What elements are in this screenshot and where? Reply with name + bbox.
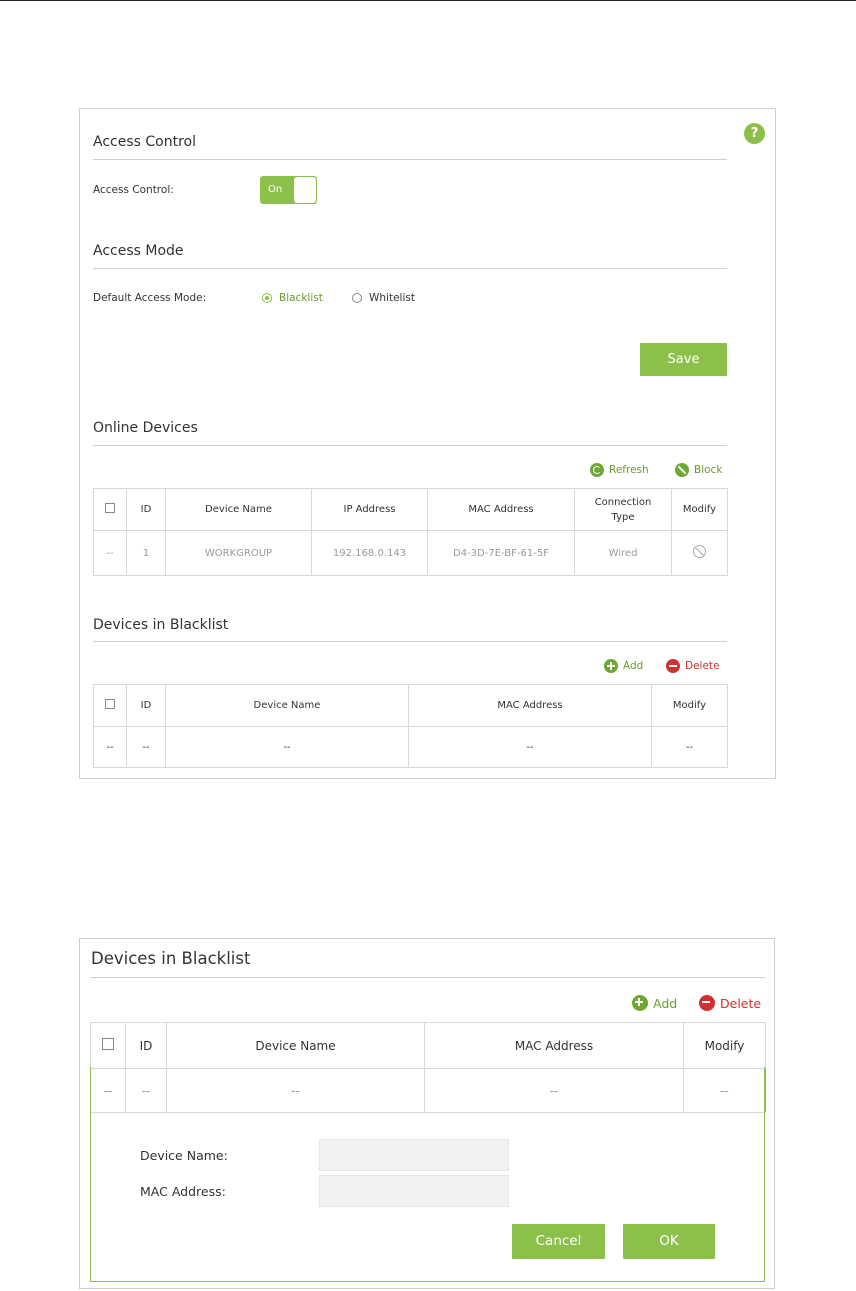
column-header: Modify <box>683 1022 766 1069</box>
toggle-knob <box>294 177 316 203</box>
row-select-cell: -- <box>93 530 127 576</box>
toggle-state-label: On <box>268 184 283 195</box>
top-divider <box>0 0 856 1</box>
device-id-cell: -- <box>126 726 166 768</box>
table-header-row: ID Device Name MAC Address Modify <box>93 684 728 727</box>
radio-blacklist[interactable]: Blacklist <box>262 292 323 304</box>
select-all-checkbox[interactable] <box>105 503 115 513</box>
select-all-checkbox[interactable] <box>105 699 115 709</box>
section-divider <box>93 268 727 269</box>
column-header: Connection Type <box>574 488 672 531</box>
access-control-label: Access Control: <box>93 184 174 196</box>
add-icon <box>632 995 648 1011</box>
section-divider <box>93 445 727 446</box>
select-all-cell <box>93 684 127 727</box>
add-label: Add <box>623 660 644 672</box>
block-label: Block <box>694 464 723 476</box>
section-divider <box>93 159 727 160</box>
select-all-cell <box>90 1022 126 1069</box>
help-icon[interactable]: ? <box>744 123 765 144</box>
column-header: MAC Address <box>427 488 575 531</box>
block-device-icon[interactable] <box>693 545 706 558</box>
table-row: -- 1 WORKGROUP 192.168.0.143 D4-3D-7E-BF… <box>93 530 728 576</box>
column-header: Modify <box>671 488 728 531</box>
mac-address-label: MAC Address: <box>140 1184 226 1199</box>
device-name-cell: -- <box>165 726 409 768</box>
section-divider <box>93 641 727 642</box>
device-id-cell: 1 <box>126 530 166 576</box>
column-header: ID <box>126 488 166 531</box>
access-control-toggle[interactable]: On <box>260 176 317 204</box>
select-all-cell <box>93 488 127 531</box>
section-divider <box>90 977 765 978</box>
delete-label: Delete <box>685 660 720 672</box>
column-header: ID <box>125 1022 167 1069</box>
row-select-cell: -- <box>93 726 127 768</box>
connection-type-cell: Wired <box>574 530 672 576</box>
mac-address-cell: -- <box>408 726 652 768</box>
default-access-mode-label: Default Access Mode: <box>93 292 207 304</box>
block-icon <box>675 463 689 477</box>
column-header: MAC Address <box>424 1022 684 1069</box>
radio-whitelist[interactable]: Whitelist <box>352 292 415 304</box>
column-header: Device Name <box>165 488 312 531</box>
column-header: ID <box>126 684 166 727</box>
add-button[interactable]: Add <box>632 995 677 1011</box>
cancel-button[interactable]: Cancel <box>512 1224 605 1259</box>
select-all-checkbox[interactable] <box>102 1038 114 1050</box>
column-header: Modify <box>651 684 728 727</box>
delete-icon <box>699 995 715 1011</box>
access-mode-title: Access Mode <box>93 243 184 259</box>
add-label: Add <box>653 995 678 1011</box>
column-header: MAC Address <box>408 684 652 727</box>
mac-address-input[interactable] <box>319 1175 509 1207</box>
mac-address-cell: D4-3D-7E-BF-61-5F <box>427 530 575 576</box>
online-devices-table: ID Device Name IP Address MAC Address Co… <box>93 488 728 576</box>
radio-unchecked-icon <box>352 293 362 303</box>
ip-address-cell: 192.168.0.143 <box>311 530 428 576</box>
delete-button[interactable]: Delete <box>699 995 761 1011</box>
save-button[interactable]: Save <box>640 343 727 376</box>
refresh-button[interactable]: Refresh <box>590 463 649 477</box>
block-button[interactable]: Block <box>675 463 722 477</box>
column-header: IP Address <box>311 488 428 531</box>
delete-icon <box>666 659 680 673</box>
refresh-label: Refresh <box>609 464 649 476</box>
table-header-row: ID Device Name MAC Address Modify <box>90 1022 766 1069</box>
column-header: Device Name <box>166 1022 425 1069</box>
add-button[interactable]: Add <box>604 659 643 673</box>
delete-button[interactable]: Delete <box>666 659 720 673</box>
blacklist-title: Devices in Blacklist <box>93 617 229 633</box>
modify-cell: -- <box>651 726 728 768</box>
modify-cell <box>671 530 728 576</box>
access-control-panel <box>79 108 776 779</box>
refresh-icon <box>590 463 604 477</box>
table-row: -- -- -- -- -- <box>93 726 728 768</box>
blacklist-table: ID Device Name MAC Address Modify -- -- … <box>93 684 728 768</box>
radio-blacklist-label: Blacklist <box>279 292 323 304</box>
device-name-label: Device Name: <box>140 1148 228 1163</box>
add-icon <box>604 659 618 673</box>
ok-button[interactable]: OK <box>623 1224 715 1259</box>
radio-whitelist-label: Whitelist <box>369 292 415 304</box>
delete-label: Delete <box>720 995 762 1011</box>
radio-checked-icon <box>262 293 272 303</box>
device-name-input[interactable] <box>319 1139 509 1171</box>
blacklist-edit-title: Devices in Blacklist <box>91 949 251 968</box>
column-header: Device Name <box>165 684 409 727</box>
table-header-row: ID Device Name IP Address MAC Address Co… <box>93 488 728 531</box>
access-control-title: Access Control <box>93 134 196 150</box>
online-devices-title: Online Devices <box>93 420 198 436</box>
device-name-cell: WORKGROUP <box>165 530 312 576</box>
